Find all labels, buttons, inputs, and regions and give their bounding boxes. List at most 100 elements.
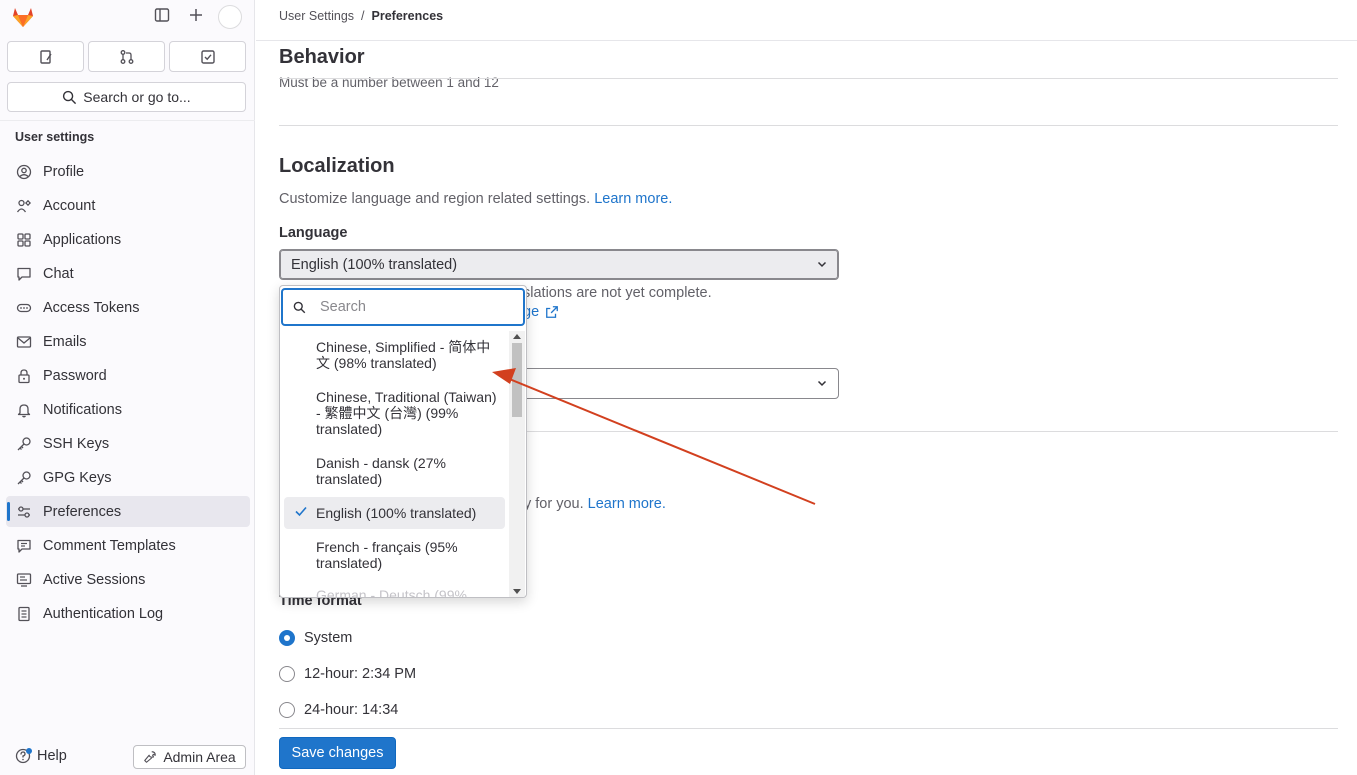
dropdown-option-label: English (100% translated) [316,505,477,521]
dropdown-option[interactable]: Danish - dansk (27% translated) [284,455,505,487]
sidebar-item-preferences[interactable]: Preferences [6,496,250,527]
time-preferences-description: y for you. Learn more. [524,496,666,512]
lock-icon [15,367,33,385]
localization-description-text: Customize language and region related se… [279,191,591,207]
chevron-down-icon [817,380,827,387]
dropdown-option[interactable]: Chinese, Simplified - 简体中文 (98% translat… [284,339,505,371]
log-icon [15,605,33,623]
radio-system[interactable]: System [279,630,352,646]
sidebar-item-label: GPG Keys [43,469,112,486]
time-preferences-text: y for you. [524,496,584,512]
merge-requests-button[interactable] [88,41,165,72]
preferences-icon [15,503,33,521]
dropdown-option[interactable]: Chinese, Traditional (Taiwan) - 繁體中文 (台灣… [284,389,505,437]
localization-title: Localization [279,155,395,177]
sidebar-item-label: Account [43,197,96,214]
behavior-title: Behavior [279,46,779,77]
dropdown-scrollbar[interactable] [509,331,525,597]
search-button[interactable]: Search or go to... [7,82,246,112]
language-dropdown: Chinese, Simplified - 简体中文 (98% translat… [279,285,527,598]
external-link-icon [546,306,559,318]
language-help-text: slations are not yet complete. [523,285,712,301]
language-select[interactable]: English (100% translated) [279,249,839,280]
applications-icon [15,231,33,249]
profile-icon [15,163,33,181]
admin-area-label: Admin Area [163,749,236,765]
dropdown-option[interactable]: French - français (95% translated) [284,539,505,571]
sidebar-item-label: Access Tokens [43,299,140,316]
merge-request-icon [120,49,133,64]
radio-circle[interactable] [279,666,295,682]
dropdown-search-input[interactable] [320,299,500,315]
scroll-down-arrow[interactable] [513,589,521,594]
radio-12-hour[interactable]: 12-hour: 2:34 PM [279,666,416,682]
sidebar-item-label: Profile [43,163,85,180]
avatar[interactable] [218,5,242,29]
breadcrumb-current[interactable]: Preferences [372,9,444,23]
sidebar-item-applications[interactable]: Applications [6,224,250,255]
time-learn-more-link[interactable]: Learn more. [588,496,666,512]
plus-icon[interactable] [186,7,206,27]
sidebar-item-account[interactable]: Account [6,190,250,221]
search-icon [293,301,306,313]
translation-link[interactable]: ge [523,304,559,320]
sidebar-item-label: Emails [43,333,87,350]
sidebar-item-authentication-log[interactable]: Authentication Log [6,598,250,629]
monitor-icon [15,571,33,589]
help-icon [15,748,32,764]
save-changes-button[interactable]: Save changes [279,737,396,769]
bell-icon [15,401,33,419]
gitlab-logo[interactable] [10,4,36,30]
check-icon [295,506,307,517]
sidebar-item-gpg-keys[interactable]: GPG Keys [6,462,250,493]
localization-learn-more-link[interactable]: Learn more. [594,191,672,207]
chevron-down-icon [817,261,827,268]
admin-area-button[interactable]: Admin Area [133,745,246,769]
sidebar-item-label: SSH Keys [43,435,110,452]
radio-label: 12-hour: 2:34 PM [304,666,417,682]
sidebar-item-ssh-keys[interactable]: SSH Keys [6,428,250,459]
sidebar-item-label: Chat [43,265,74,282]
scroll-up-arrow[interactable] [513,334,521,339]
sidebar-item-notifications[interactable]: Notifications [6,394,250,425]
sidebar-item-comment-templates[interactable]: Comment Templates [6,530,250,561]
sidebar-item-password[interactable]: Password [6,360,250,391]
sidebar-item-emails[interactable]: Emails [6,326,250,357]
help-button[interactable]: Help [15,747,67,765]
wrench-icon [144,751,157,763]
sidebar: Search or go to... User settings Profile… [0,0,255,775]
dropdown-option[interactable]: German - Deutsch (99% [284,587,505,597]
language-label: Language [279,225,348,241]
radio-circle[interactable] [279,630,295,646]
sidebar-toggle-icon[interactable] [152,7,172,27]
issues-button[interactable] [7,41,84,72]
todos-button[interactable] [169,41,246,72]
sidebar-item-profile[interactable]: Profile [6,156,250,187]
mail-icon [15,333,33,351]
behavior-header-divider [279,78,1338,79]
sidebar-title: User settings [15,130,95,144]
account-icon [15,197,33,215]
radio-circle[interactable] [279,702,295,718]
chat-icon [15,265,33,283]
search-label: Search or go to... [83,89,191,105]
help-label: Help [37,748,67,764]
language-select-value: English (100% translated) [291,256,458,273]
radio-24-hour[interactable]: 24-hour: 14:34 [279,702,398,718]
dropdown-option-selected[interactable]: English (100% translated) [284,497,505,529]
breadcrumb: User Settings / Preferences [279,9,443,23]
sidebar-item-access-tokens[interactable]: Access Tokens [6,292,250,323]
sidebar-item-active-sessions[interactable]: Active Sessions [6,564,250,595]
search-icon [63,90,77,104]
sidebar-item-label: Notifications [43,401,122,418]
sidebar-item-label: Active Sessions [43,571,146,588]
breadcrumb-parent[interactable]: User Settings [279,9,354,23]
sidebar-item-chat[interactable]: Chat [6,258,250,289]
breadcrumb-separator: / [361,9,365,23]
dropdown-search[interactable] [281,288,525,326]
localization-description: Customize language and region related se… [279,191,672,207]
scrollbar-thumb[interactable] [512,343,522,417]
footer-divider [279,728,1338,729]
breadcrumb-divider [256,40,1357,41]
dropdown-list: Chinese, Simplified - 简体中文 (98% translat… [280,331,510,597]
